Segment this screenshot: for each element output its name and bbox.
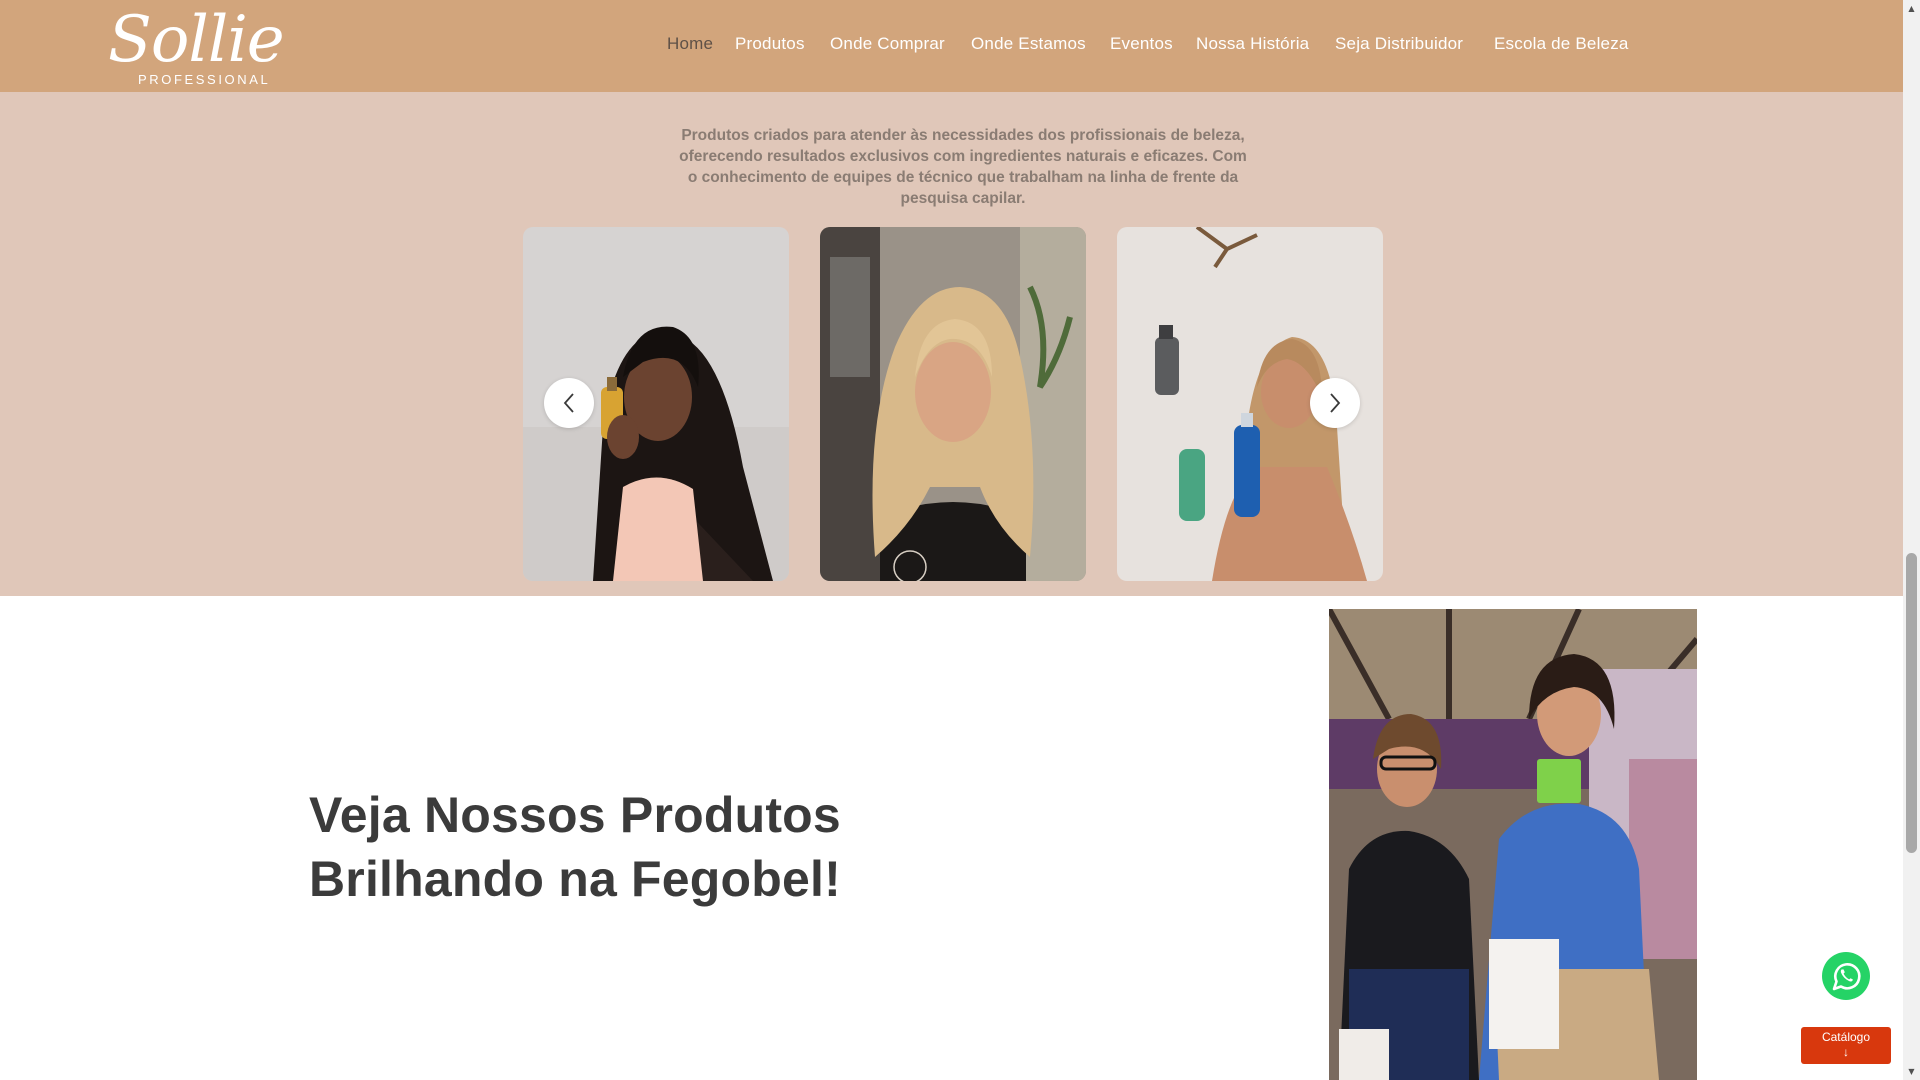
nav-item-seja-distribuidor[interactable]: Seja Distribuidor [1335, 34, 1463, 54]
brand-logo[interactable]: Sollie PROFESSIONAL [108, 3, 285, 88]
hero-section: Produtos criados para atender às necessi… [0, 92, 1903, 596]
chevron-right-icon [1330, 393, 1341, 413]
section-title-line: Brilhando na Fegobel! [309, 851, 841, 907]
scroll-up-arrow-icon[interactable]: ▲ [1903, 0, 1920, 17]
whatsapp-button[interactable] [1821, 951, 1871, 1001]
carousel-prev-button[interactable] [544, 378, 594, 428]
fegobel-event-photo [1329, 609, 1697, 1080]
catalog-label: Catálogo [1821, 1030, 1871, 1044]
nav-item-onde-estamos[interactable]: Onde Estamos [971, 34, 1086, 54]
logo-wordmark: Sollie [108, 3, 285, 77]
nav-item-home[interactable]: Home [667, 34, 713, 54]
carousel-next-button[interactable] [1310, 378, 1360, 428]
nav-item-onde-comprar[interactable]: Onde Comprar [830, 34, 945, 54]
event-photo [1329, 609, 1697, 1080]
nav-item-nossa-historia[interactable]: Nossa História [1196, 34, 1309, 54]
chevron-left-icon [563, 393, 574, 413]
blonde-woman-salon-photo [820, 227, 1086, 581]
arrow-down-icon: ↓ [1843, 1045, 1849, 1059]
hero-description: Produtos criados para atender às necessi… [650, 125, 1276, 209]
page-scrollbar[interactable]: ▲ ▼ [1903, 0, 1920, 1080]
hero-description-line: Produtos criados para atender às necessi… [681, 127, 1245, 144]
nav-item-eventos[interactable]: Eventos [1110, 34, 1173, 54]
scroll-down-arrow-icon[interactable]: ▼ [1903, 1063, 1920, 1080]
nav-item-escola-de-beleza[interactable]: Escola de Beleza [1494, 34, 1629, 54]
hero-description-line: pesquisa capilar. [900, 190, 1026, 207]
scroll-thumb[interactable] [1906, 553, 1917, 853]
site-header: Sollie PROFESSIONAL Home Produtos Onde C… [0, 0, 1903, 92]
section-title-line: Veja Nossos Produtos [309, 787, 841, 843]
catalog-button[interactable]: Catálogo ↓ [1801, 1027, 1891, 1064]
hero-description-line: o conhecimento de equipes de técnico que… [687, 169, 1239, 186]
hero-description-line: oferecendo resultados exclusivos com ing… [679, 148, 1247, 165]
section-title: Veja Nossos Produtos Brilhando na Fegobe… [309, 783, 841, 911]
nav-item-produtos[interactable]: Produtos [735, 34, 805, 54]
carousel-slide[interactable] [820, 227, 1086, 581]
logo-subtitle: PROFESSIONAL [138, 72, 271, 87]
whatsapp-icon [1822, 952, 1870, 1000]
